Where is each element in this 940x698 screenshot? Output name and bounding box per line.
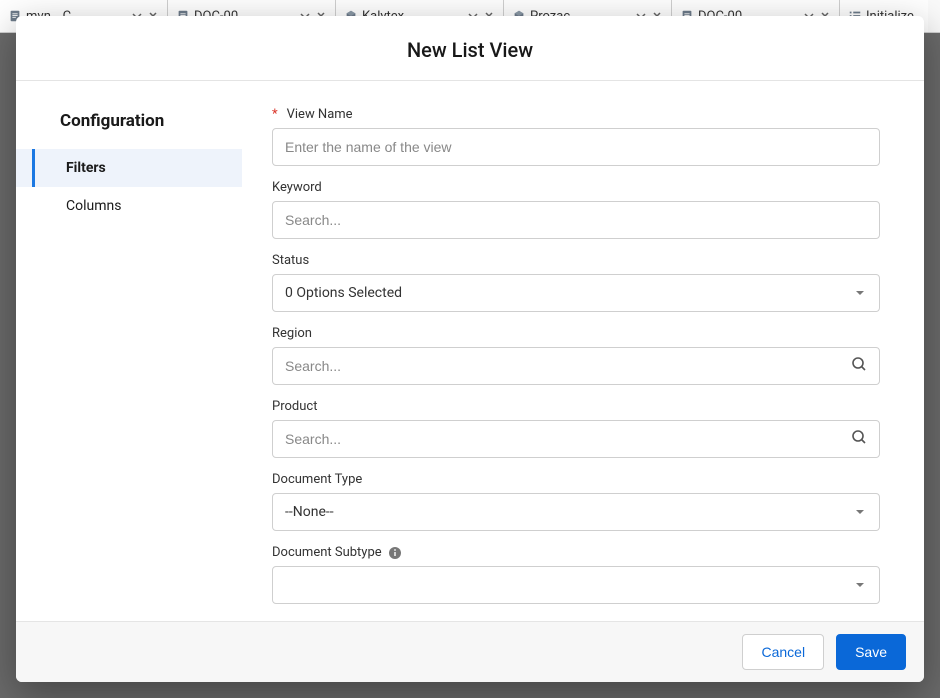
search-icon [851, 429, 867, 449]
modal-header: New List View [16, 16, 924, 81]
required-star: * [272, 107, 278, 122]
modal-title: New List View [16, 38, 924, 62]
field-label: Document Type [272, 472, 880, 487]
view-name-input[interactable] [272, 128, 880, 166]
info-icon [388, 546, 402, 560]
select-value: --None-- [285, 504, 334, 520]
form-area: * View Name Keyword Status 0 Options Sel… [242, 81, 924, 621]
sidebar-item-columns[interactable]: Columns [16, 187, 242, 225]
new-list-view-modal: New List View Configuration Filters Colu… [16, 16, 924, 682]
keyword-input[interactable] [272, 201, 880, 239]
caret-down-icon [853, 505, 867, 519]
sidebar-item-filters[interactable]: Filters [16, 149, 242, 187]
document-type-select[interactable]: --None-- [272, 493, 880, 531]
region-input[interactable] [285, 358, 851, 374]
field-product: Product [272, 399, 880, 458]
modal-body: Configuration Filters Columns * View Nam… [16, 81, 924, 621]
sidebar-item-label: Columns [66, 198, 121, 214]
field-label: Keyword [272, 180, 880, 195]
search-icon [851, 356, 867, 376]
config-sidebar: Configuration Filters Columns [16, 81, 242, 621]
field-keyword: Keyword [272, 180, 880, 239]
select-value: 0 Options Selected [285, 285, 402, 301]
sidebar-heading: Configuration [16, 111, 242, 149]
field-label: Product [272, 399, 880, 414]
document-subtype-select[interactable] [272, 566, 880, 604]
caret-down-icon [853, 578, 867, 592]
field-status: Status 0 Options Selected [272, 253, 880, 312]
caret-down-icon [853, 286, 867, 300]
field-label: * View Name [272, 107, 880, 122]
field-label: Status [272, 253, 880, 268]
sidebar-item-label: Filters [66, 160, 106, 176]
field-region: Region [272, 326, 880, 385]
status-select[interactable]: 0 Options Selected [272, 274, 880, 312]
product-search[interactable] [272, 420, 880, 458]
field-document-type: Document Type --None-- [272, 472, 880, 531]
region-search[interactable] [272, 347, 880, 385]
field-view-name: * View Name [272, 107, 880, 166]
save-button[interactable]: Save [836, 634, 906, 670]
field-document-subtype: Document Subtype [272, 545, 880, 604]
product-input[interactable] [285, 431, 851, 447]
modal-footer: Cancel Save [16, 621, 924, 682]
field-label: Region [272, 326, 880, 341]
cancel-button[interactable]: Cancel [742, 634, 824, 670]
field-label: Document Subtype [272, 545, 880, 560]
